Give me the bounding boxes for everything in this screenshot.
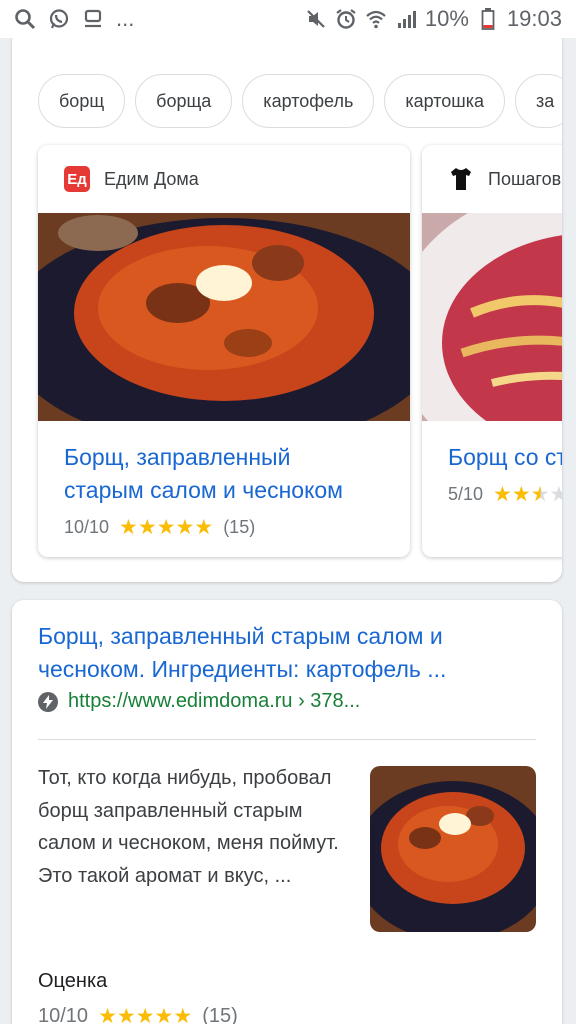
recipe-title[interactable]: Борщ, заправленный старым салом и чеснок…	[38, 421, 410, 507]
divider	[38, 739, 536, 740]
message-icon	[82, 8, 104, 30]
battery-percent: 10%	[424, 6, 469, 31]
source-name: Пошаговы	[488, 168, 562, 189]
chip-kartoshka[interactable]: картошка	[384, 74, 506, 128]
recipe-source: Пошаговы	[422, 145, 562, 213]
search-icon	[14, 8, 36, 30]
recipe-card[interactable]: Ед Едим Дома Борщ, заправленный старым с…	[38, 145, 410, 557]
recipe-card[interactable]: Пошаговы Борщ со ст 5/10 ★★★★★	[422, 145, 562, 557]
alarm-icon	[335, 8, 357, 30]
rating-stars: ★★★★★	[119, 516, 214, 539]
whatsapp-icon	[48, 8, 70, 30]
result-url[interactable]: https://www.edimdoma.ru › 378...	[38, 690, 360, 713]
tshirt-logo-icon	[448, 166, 474, 192]
recipes-card: борщ борща картофель картошка за Ед Едим…	[12, 30, 562, 582]
result-title-link[interactable]: Борщ, заправленный старым салом и чеснок…	[38, 620, 538, 686]
edimdoma-logo-icon: Ед	[64, 166, 90, 192]
recipe-title[interactable]: Борщ со ст	[422, 421, 562, 474]
recipe-rating: 10/10 ★★★★★ (15)	[38, 507, 410, 540]
rating-stars: ★★★★★	[98, 1005, 193, 1024]
recipe-image	[422, 213, 562, 421]
rating-value: 10/10	[38, 1005, 89, 1024]
recipe-title-line2: старым салом и чесноком	[64, 477, 343, 503]
review-count: (15)	[223, 517, 256, 537]
recipe-title-line1: Борщ, заправленный	[64, 444, 291, 470]
chip-more[interactable]: за	[515, 74, 562, 128]
result-thumbnail[interactable]	[370, 766, 536, 932]
rating-stars: ★★★★★	[493, 483, 562, 506]
recipe-title-line1: Борщ со ст	[448, 444, 562, 470]
search-result-card: Борщ, заправленный старым салом и чеснок…	[12, 600, 562, 1024]
status-bar: ... 10% 19:03	[0, 0, 576, 38]
result-rating: 10/10 ★★★★★ (15)	[38, 1004, 238, 1024]
clock: 19:03	[506, 6, 562, 31]
refinement-chips: борщ борща картофель картошка за	[38, 74, 562, 128]
status-overflow: ...	[116, 6, 135, 31]
result-url-text: https://www.edimdoma.ru › 378...	[68, 690, 361, 712]
result-snippet: Тот, кто когда нибудь, пробовал борщ зап…	[38, 767, 339, 887]
chip-borsch[interactable]: борщ	[38, 74, 126, 128]
source-name: Едим Дома	[104, 168, 199, 189]
chip-kartofel[interactable]: картофель	[242, 74, 375, 128]
recipe-source: Ед Едим Дома	[38, 145, 410, 213]
signal-icon	[395, 8, 417, 30]
review-count: (15)	[202, 1005, 238, 1024]
wifi-icon	[365, 8, 387, 30]
rating-value: 5/10	[448, 484, 484, 504]
chip-borscha[interactable]: борща	[135, 74, 233, 128]
battery-icon	[477, 8, 499, 30]
recipe-rating: 5/10 ★★★★★	[422, 474, 562, 507]
rating-value: 10/10	[64, 517, 110, 537]
amp-lightning-icon	[38, 691, 58, 712]
mute-icon	[305, 8, 327, 30]
recipe-image	[38, 213, 410, 421]
rating-label: Оценка	[38, 970, 108, 992]
